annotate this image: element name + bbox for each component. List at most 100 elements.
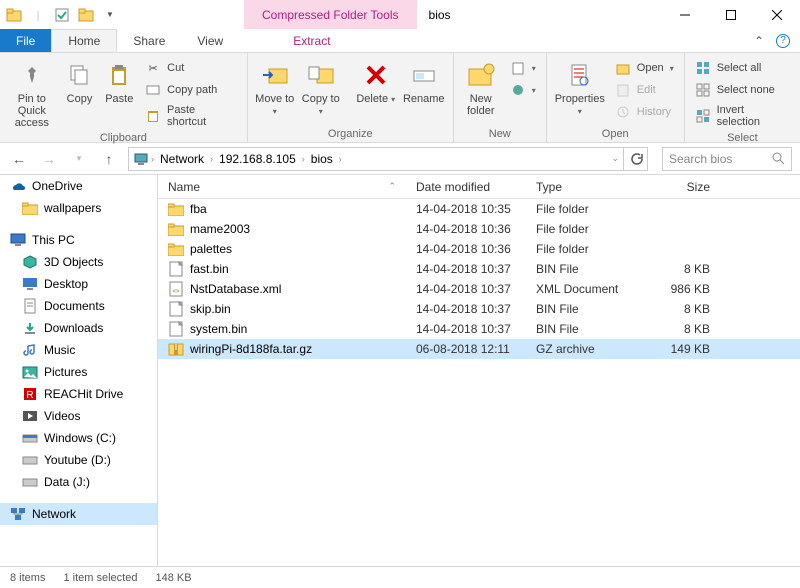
qat-dropdown[interactable]: ▼	[100, 5, 120, 25]
sidebar-item-desktop[interactable]: Desktop	[0, 273, 157, 295]
tab-share[interactable]: Share	[117, 29, 181, 52]
sidebar-item-thispc[interactable]: This PC	[0, 229, 157, 251]
paste-shortcut-button[interactable]: Paste shortcut	[141, 102, 241, 130]
sidebar-item-cdrive[interactable]: Windows (C:)	[0, 427, 157, 449]
breadcrumb-item[interactable]: bios	[307, 152, 337, 166]
column-header-date[interactable]: Date modified	[416, 180, 536, 194]
sidebar-item-music[interactable]: Music	[0, 339, 157, 361]
open-button[interactable]: Open ▾	[611, 58, 678, 78]
sidebar-item-jdrive[interactable]: Data (J:)	[0, 471, 157, 493]
sidebar-item-downloads[interactable]: Downloads	[0, 317, 157, 339]
tab-file[interactable]: File	[0, 29, 51, 52]
bin-icon	[168, 261, 184, 277]
sidebar-item-onedrive[interactable]: OneDrive	[0, 175, 157, 197]
folder-icon[interactable]	[4, 5, 24, 25]
tab-home[interactable]: Home	[51, 29, 117, 52]
new-folder-button[interactable]: New folder	[460, 56, 502, 117]
copy-to-button[interactable]: Copy to ▾	[300, 56, 342, 118]
close-button[interactable]	[754, 0, 800, 29]
cut-button[interactable]: ✂Cut	[141, 58, 241, 78]
file-date: 14-04-2018 10:35	[416, 202, 536, 216]
breadcrumb-item[interactable]: 192.168.8.105	[215, 152, 300, 166]
file-size: 149 KB	[650, 342, 720, 356]
file-size: 8 KB	[650, 302, 720, 316]
quick-access-toolbar: | ▼	[0, 0, 124, 29]
breadcrumb-item[interactable]: Network	[156, 152, 208, 166]
file-name: system.bin	[190, 322, 247, 336]
select-all-button[interactable]: Select all	[691, 58, 794, 78]
paste-button[interactable]: Paste	[101, 56, 137, 105]
select-none-icon	[695, 82, 711, 98]
delete-button[interactable]: Delete ▾	[355, 56, 397, 106]
edit-button[interactable]: Edit	[611, 80, 678, 100]
file-name: wiringPi-8d188fa.tar.gz	[190, 342, 312, 356]
invert-selection-button[interactable]: Invert selection	[691, 102, 794, 130]
copy-button[interactable]: Copy	[62, 56, 98, 105]
file-row[interactable]: system.bin14-04-2018 10:37BIN File8 KB	[158, 319, 800, 339]
sidebar-item-wallpapers[interactable]: wallpapers	[0, 197, 157, 219]
column-header-type[interactable]: Type	[536, 180, 650, 194]
invert-selection-icon	[695, 108, 711, 124]
history-icon	[615, 104, 631, 120]
rename-button[interactable]: Rename	[401, 56, 447, 105]
status-selection-count: 1 item selected	[63, 572, 137, 584]
checkbox-icon[interactable]	[52, 5, 72, 25]
bin-icon	[168, 321, 184, 337]
downloads-icon	[22, 320, 38, 336]
ribbon-group-new: New folder ▾ ▾ New	[454, 53, 547, 142]
pin-quick-access-button[interactable]: Pin to Quick access	[6, 56, 58, 129]
select-none-button[interactable]: Select none	[691, 80, 794, 100]
network-icon	[10, 506, 26, 522]
navigation-pane: OneDrive wallpapers This PC 3D Objects D…	[0, 175, 158, 566]
recent-locations-button[interactable]: ▾	[68, 148, 90, 170]
new-item-button[interactable]: ▾	[506, 58, 540, 78]
documents-icon	[22, 298, 38, 314]
maximize-button[interactable]	[708, 0, 754, 29]
folder-icon[interactable]	[76, 5, 96, 25]
network-path-icon	[133, 151, 149, 167]
file-row[interactable]: palettes14-04-2018 10:36File folder	[158, 239, 800, 259]
file-name: palettes	[190, 242, 232, 256]
tab-extract[interactable]: Extract	[277, 29, 346, 52]
file-row[interactable]: skip.bin14-04-2018 10:37BIN File8 KB	[158, 299, 800, 319]
move-to-button[interactable]: Move to ▾	[254, 56, 296, 118]
address-bar[interactable]: › Network› 192.168.8.105› bios› ⌄	[128, 147, 624, 171]
sidebar-item-3dobjects[interactable]: 3D Objects	[0, 251, 157, 273]
history-button[interactable]: History	[611, 102, 678, 122]
column-header-name[interactable]: Name⌃	[168, 180, 416, 194]
search-input[interactable]: Search bios	[662, 147, 792, 171]
properties-button[interactable]: Properties ▾	[553, 56, 607, 118]
address-dropdown[interactable]: ⌄	[611, 153, 619, 164]
forward-button[interactable]: →	[38, 148, 60, 170]
minimize-button[interactable]	[662, 0, 708, 29]
sidebar-item-pictures[interactable]: Pictures	[0, 361, 157, 383]
status-bar: 8 items 1 item selected 148 KB	[0, 566, 800, 588]
copy-path-button[interactable]: Copy path	[141, 80, 241, 100]
file-row[interactable]: mame200314-04-2018 10:36File folder	[158, 219, 800, 239]
sidebar-item-documents[interactable]: Documents	[0, 295, 157, 317]
sidebar-item-network[interactable]: Network	[0, 503, 157, 525]
sidebar-item-ddrive[interactable]: Youtube (D:)	[0, 449, 157, 471]
file-row[interactable]: <>NstDatabase.xml14-04-2018 10:37XML Doc…	[158, 279, 800, 299]
up-button[interactable]: ↑	[98, 148, 120, 170]
refresh-button[interactable]	[624, 147, 648, 171]
file-type: File folder	[536, 202, 650, 216]
file-type: File folder	[536, 242, 650, 256]
easy-access-button[interactable]: ▾	[506, 80, 540, 100]
back-button[interactable]: ←	[8, 148, 30, 170]
ribbon-group-select: Select all Select none Invert selection …	[685, 53, 800, 142]
help-icon[interactable]: ?	[776, 34, 790, 48]
sidebar-item-videos[interactable]: Videos	[0, 405, 157, 427]
file-name: NstDatabase.xml	[190, 282, 281, 296]
sidebar-item-reachit[interactable]: RREACHit Drive	[0, 383, 157, 405]
window-title: bios	[417, 0, 662, 29]
drive-icon	[22, 474, 38, 490]
column-header-size[interactable]: Size	[650, 180, 720, 194]
file-row[interactable]: fba 14-04-2018 10:35File folder	[158, 199, 800, 219]
tab-view[interactable]: View	[181, 29, 239, 52]
context-tools-label: Compressed Folder Tools	[244, 0, 417, 29]
file-row[interactable]: fast.bin14-04-2018 10:37BIN File8 KB	[158, 259, 800, 279]
ribbon-collapse-icon[interactable]: ⌃	[754, 34, 764, 48]
file-name: fba	[190, 202, 207, 216]
file-row[interactable]: wiringPi-8d188fa.tar.gz06-08-2018 12:11G…	[158, 339, 800, 359]
